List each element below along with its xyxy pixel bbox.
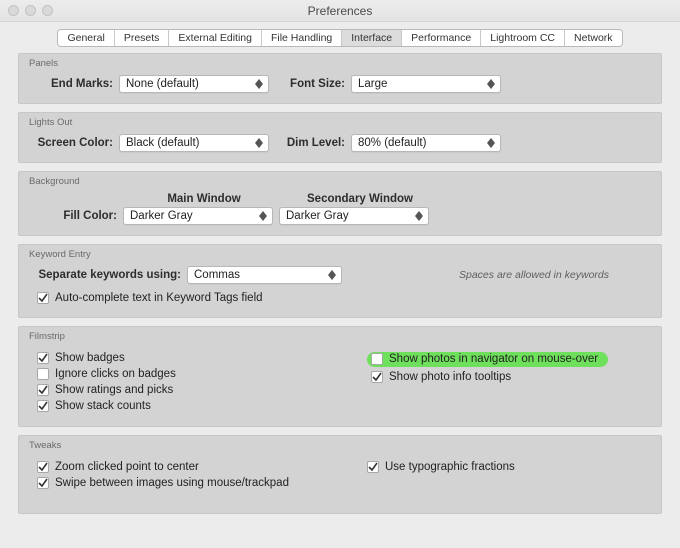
show-badges-label: Show badges: [55, 352, 125, 364]
typographic-fractions-checkbox[interactable]: [367, 461, 379, 473]
chevron-updown-icon: [254, 138, 264, 148]
end-marks-value: None (default): [126, 78, 199, 90]
tab-general[interactable]: General: [58, 30, 114, 46]
show-ratings-checkbox[interactable]: [37, 384, 49, 396]
section-label: Filmstrip: [29, 331, 649, 342]
photo-info-tooltips-checkbox[interactable]: [371, 371, 383, 383]
section-background: Background Main Window Secondary Window …: [18, 171, 662, 236]
section-tweaks: Tweaks Zoom clicked point to center Swip…: [18, 435, 662, 514]
section-panels: Panels End Marks: None (default) Font Si…: [18, 53, 662, 104]
window-controls: [8, 5, 53, 16]
section-label: Lights Out: [29, 117, 649, 128]
tab-presets[interactable]: Presets: [115, 30, 170, 46]
end-marks-select[interactable]: None (default): [119, 75, 269, 93]
titlebar: Preferences: [0, 0, 680, 22]
navigator-mouseover-checkbox[interactable]: [371, 353, 383, 365]
photo-info-tooltips-label: Show photo info tooltips: [389, 371, 511, 383]
tab-network[interactable]: Network: [565, 30, 622, 46]
dim-level-label: Dim Level:: [275, 137, 345, 149]
section-filmstrip: Filmstrip Show badges Ignore clicks on b…: [18, 326, 662, 427]
font-size-value: Large: [358, 78, 387, 90]
dim-level-select[interactable]: 80% (default): [351, 134, 501, 152]
fill-color-main-value: Darker Gray: [130, 210, 193, 222]
autocomplete-label: Auto-complete text in Keyword Tags field: [55, 292, 263, 304]
screen-color-label: Screen Color:: [31, 137, 113, 149]
navigator-mouseover-label: Show photos in navigator on mouse-over: [389, 353, 598, 365]
section-keyword-entry: Keyword Entry Separate keywords using: C…: [18, 244, 662, 318]
show-stack-counts-checkbox[interactable]: [37, 400, 49, 412]
fill-color-label: Fill Color:: [31, 210, 117, 222]
section-lights-out: Lights Out Screen Color: Black (default)…: [18, 112, 662, 163]
swipe-images-checkbox[interactable]: [37, 477, 49, 489]
zoom-icon[interactable]: [42, 5, 53, 16]
chevron-updown-icon: [254, 79, 264, 89]
zoom-center-label: Zoom clicked point to center: [55, 461, 199, 473]
tab-performance[interactable]: Performance: [402, 30, 481, 46]
separate-keywords-label: Separate keywords using:: [31, 269, 181, 281]
tab-external-editing[interactable]: External Editing: [169, 30, 262, 46]
tab-interface[interactable]: Interface: [342, 30, 402, 46]
section-label: Tweaks: [29, 440, 649, 451]
screen-color-value: Black (default): [126, 137, 200, 149]
section-label: Panels: [29, 58, 649, 69]
end-marks-label: End Marks:: [31, 78, 113, 90]
main-window-header: Main Window: [129, 193, 279, 205]
swipe-images-label: Swipe between images using mouse/trackpa…: [55, 477, 289, 489]
show-badges-checkbox[interactable]: [37, 352, 49, 364]
font-size-select[interactable]: Large: [351, 75, 501, 93]
font-size-label: Font Size:: [275, 78, 345, 90]
secondary-window-header: Secondary Window: [285, 193, 435, 205]
minimize-icon[interactable]: [25, 5, 36, 16]
keyword-entry-hint: Spaces are allowed in keywords: [348, 269, 649, 281]
zoom-center-checkbox[interactable]: [37, 461, 49, 473]
tabs: General Presets External Editing File Ha…: [0, 29, 680, 47]
show-stack-counts-label: Show stack counts: [55, 400, 151, 412]
chevron-updown-icon: [486, 138, 496, 148]
ignore-clicks-label: Ignore clicks on badges: [55, 368, 176, 380]
dim-level-value: 80% (default): [358, 137, 426, 149]
window-title: Preferences: [308, 4, 373, 18]
chevron-updown-icon: [327, 270, 337, 280]
ignore-clicks-checkbox[interactable]: [37, 368, 49, 380]
show-ratings-label: Show ratings and picks: [55, 384, 173, 396]
navigator-mouseover-highlight: Show photos in navigator on mouse-over: [367, 352, 608, 367]
tab-file-handling[interactable]: File Handling: [262, 30, 342, 46]
typographic-fractions-label: Use typographic fractions: [385, 461, 515, 473]
fill-color-secondary-value: Darker Gray: [286, 210, 349, 222]
fill-color-secondary-select[interactable]: Darker Gray: [279, 207, 429, 225]
screen-color-select[interactable]: Black (default): [119, 134, 269, 152]
separate-keywords-value: Commas: [194, 269, 240, 281]
close-icon[interactable]: [8, 5, 19, 16]
autocomplete-checkbox[interactable]: [37, 292, 49, 304]
section-label: Background: [29, 176, 649, 187]
chevron-updown-icon: [258, 211, 268, 221]
separate-keywords-select[interactable]: Commas: [187, 266, 342, 284]
fill-color-main-select[interactable]: Darker Gray: [123, 207, 273, 225]
tab-lightroom-cc[interactable]: Lightroom CC: [481, 30, 565, 46]
chevron-updown-icon: [414, 211, 424, 221]
chevron-updown-icon: [486, 79, 496, 89]
section-label: Keyword Entry: [29, 249, 649, 260]
